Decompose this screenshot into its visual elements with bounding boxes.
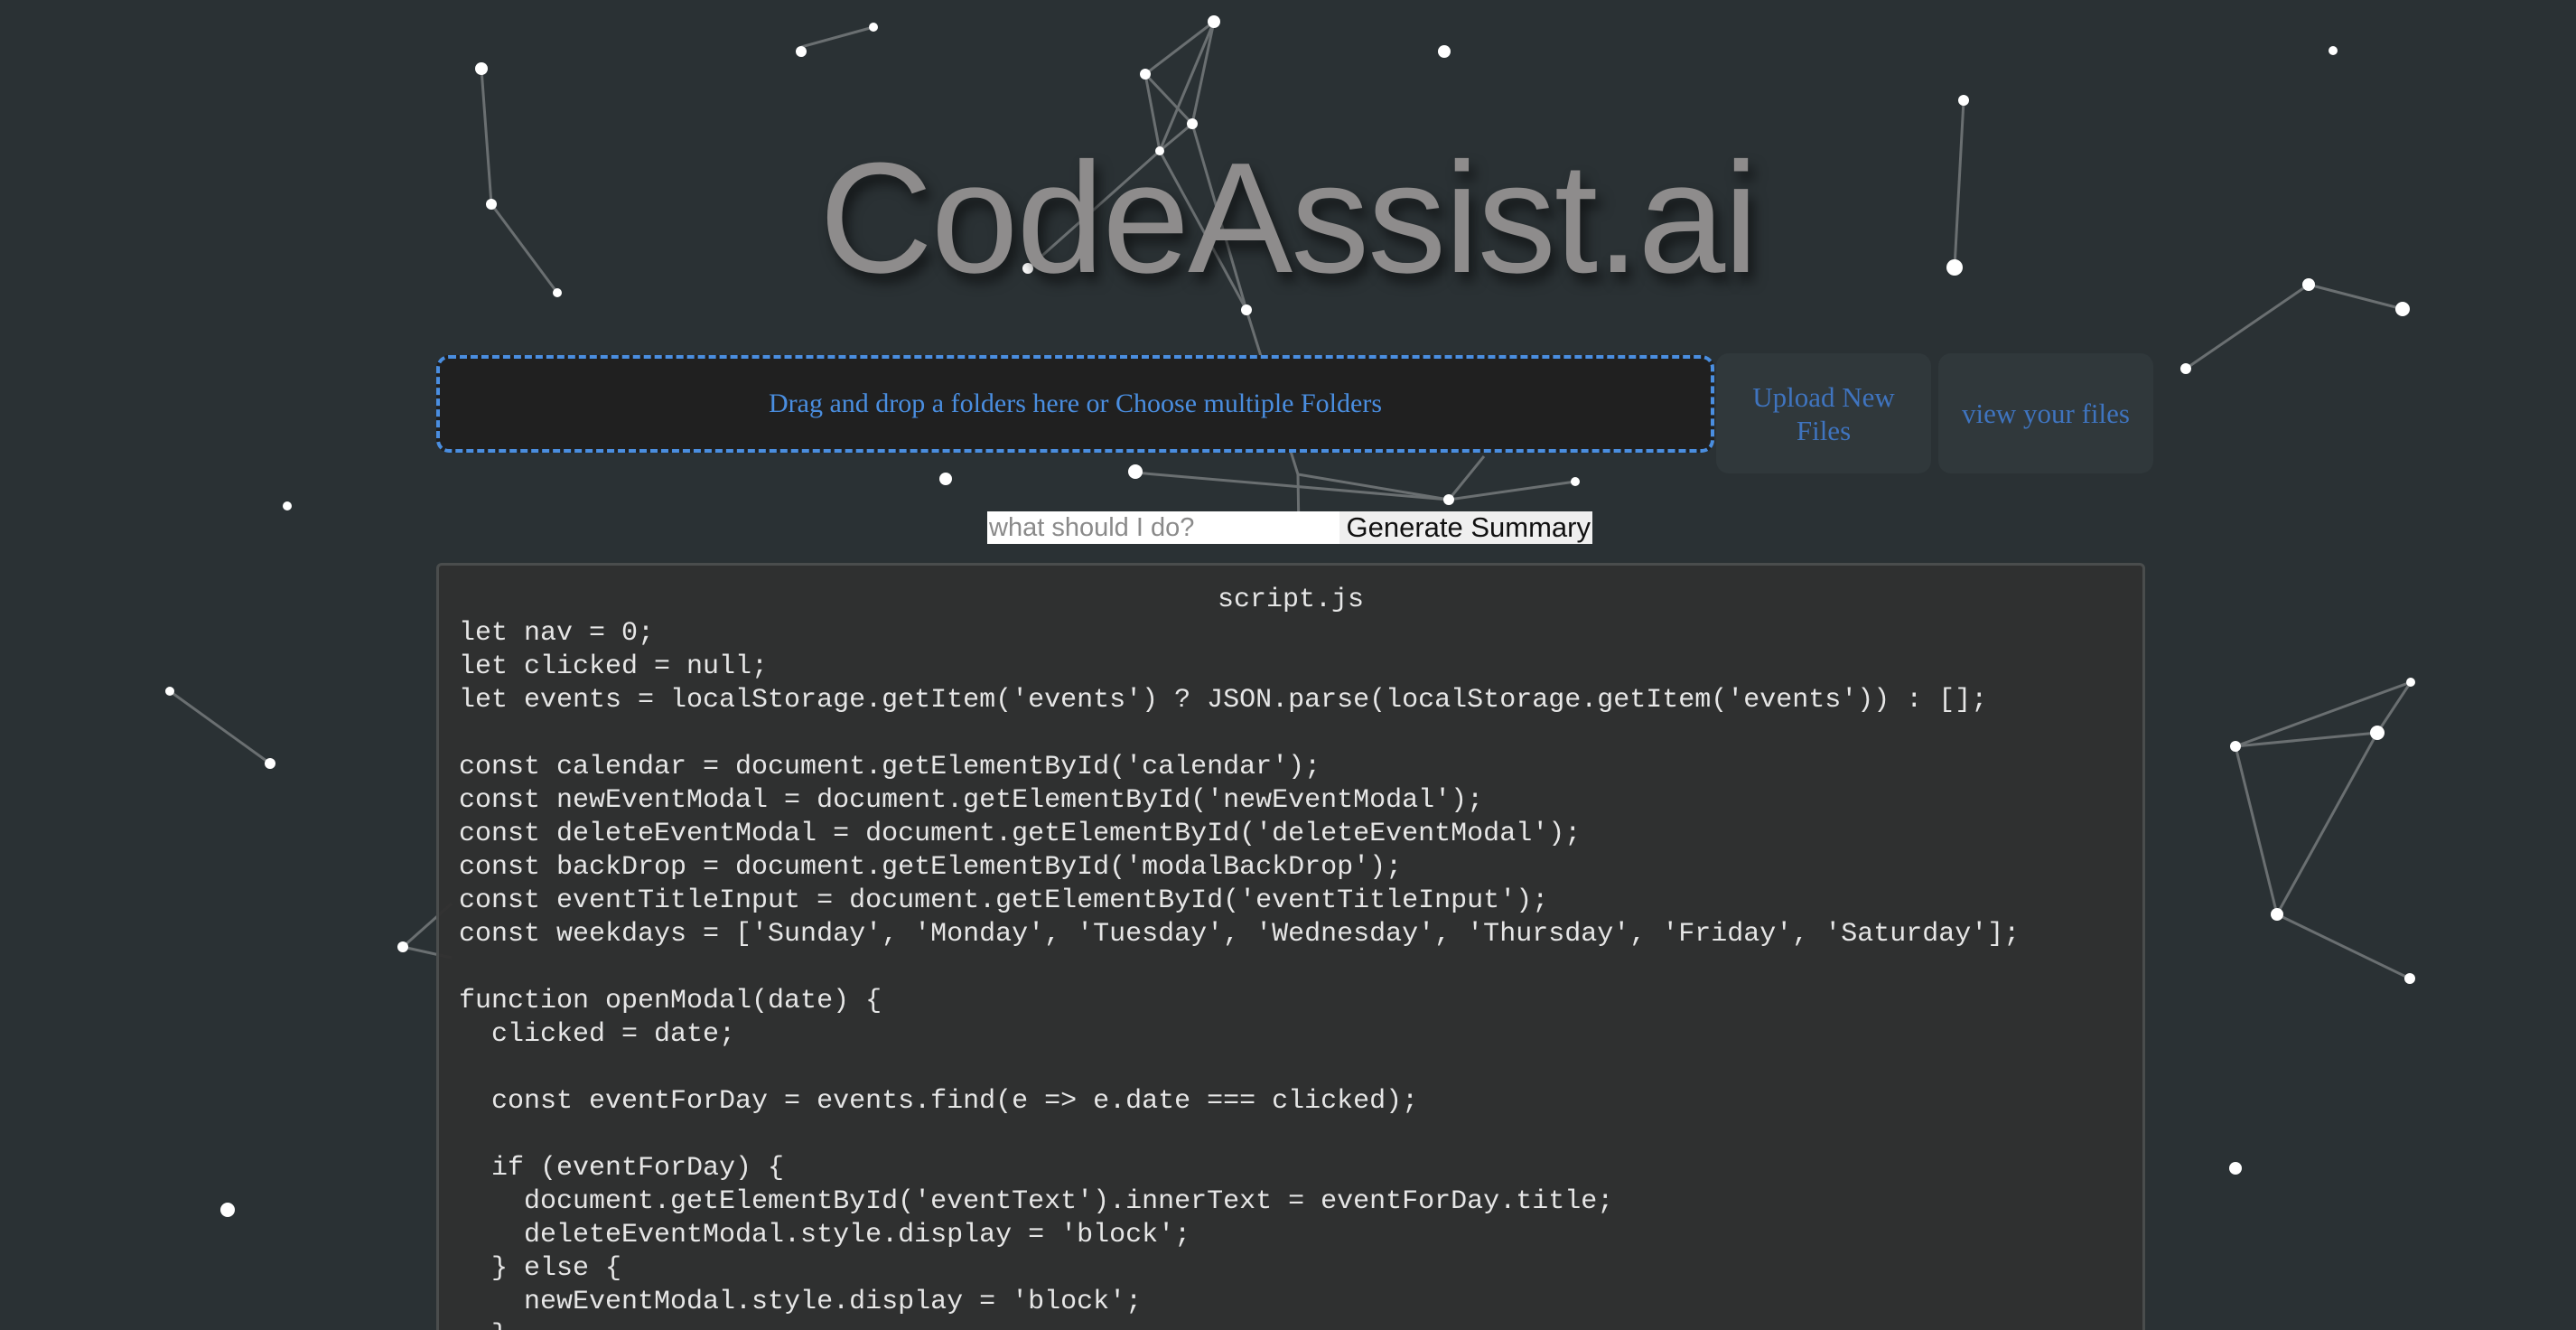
- code-viewer-panel[interactable]: script.js let nav = 0; let clicked = null…: [436, 563, 2145, 1330]
- code-line: const calendar = document.getElementById…: [459, 752, 1321, 782]
- code-line: document.getElementById('eventText').inn…: [459, 1186, 1614, 1217]
- page: CodeAssist.ai Drag and drop a folders he…: [0, 0, 2576, 1330]
- query-bar: Generate Summary: [987, 511, 1592, 544]
- code-line: const eventForDay = events.find(e => e.d…: [459, 1086, 1419, 1117]
- code-line: }: [459, 1319, 2123, 1330]
- app-title: CodeAssist.ai: [819, 129, 1759, 305]
- code-line: let clicked = null;: [459, 651, 769, 682]
- view-your-files-button[interactable]: view your files: [1938, 353, 2153, 473]
- code-line: clicked = date;: [459, 1019, 736, 1050]
- code-line: deleteEventModal.style.display = 'block'…: [459, 1220, 1191, 1250]
- code-line: if (eventForDay) {: [459, 1153, 785, 1184]
- code-line: const deleteEventModal = document.getEle…: [459, 819, 1582, 849]
- folder-dropzone[interactable]: Drag and drop a folders here or Choose m…: [436, 355, 1714, 453]
- code-line: let events = localStorage.getItem('event…: [459, 685, 1988, 716]
- code-line: newEventModal.style.display = 'block';: [459, 1287, 1143, 1317]
- code-line: let nav = 0;: [459, 618, 655, 649]
- dropzone-label: Drag and drop a folders here or Choose m…: [769, 389, 1382, 418]
- code-line: const newEventModal = document.getElemen…: [459, 785, 1484, 816]
- code-file-name: script.js: [1217, 585, 1365, 615]
- query-input[interactable]: [987, 511, 1339, 544]
- code-line: const eventTitleInput = document.getElem…: [459, 885, 1549, 916]
- code-line: function openModal(date) {: [459, 986, 882, 1016]
- code-line: const backDrop = document.getElementById…: [459, 852, 1403, 883]
- code-line: } else {: [459, 1253, 622, 1284]
- upload-new-files-button[interactable]: Upload New Files: [1716, 353, 1931, 473]
- upload-new-files-label: Upload New Files: [1752, 380, 1895, 446]
- view-your-files-label: view your files: [1962, 398, 2130, 429]
- generate-summary-button[interactable]: Generate Summary: [1339, 511, 1592, 544]
- code-line: const weekdays = ['Sunday', 'Monday', 'T…: [459, 919, 2021, 950]
- code-block: let nav = 0; let clicked = null; let event…: [459, 617, 2123, 1330]
